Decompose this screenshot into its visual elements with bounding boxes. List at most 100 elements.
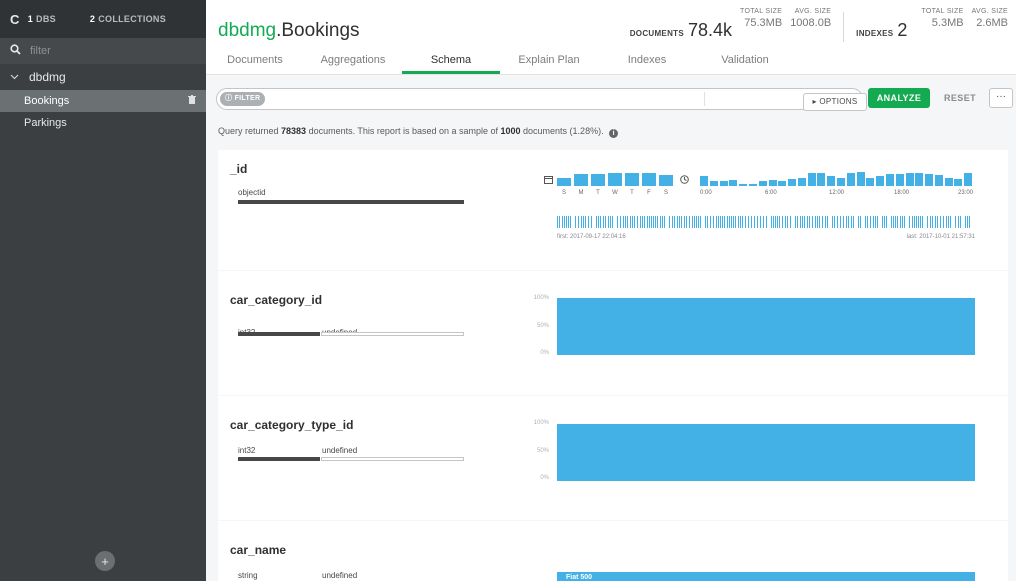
- type-probability-bar[interactable]: [238, 200, 464, 204]
- timeline-tick: [935, 216, 936, 228]
- hour-bar[interactable]: [808, 173, 816, 186]
- weekday-bar[interactable]: [608, 173, 622, 186]
- reset-button[interactable]: RESET: [936, 88, 984, 108]
- hour-bar[interactable]: [769, 180, 777, 186]
- hour-bar[interactable]: [788, 179, 796, 186]
- timeline-tick: [790, 216, 791, 228]
- timeline-tick: [819, 216, 820, 228]
- tab-documents[interactable]: Documents: [206, 52, 304, 74]
- weekday-bar[interactable]: [557, 178, 571, 186]
- add-database-button[interactable]: +: [95, 551, 115, 571]
- tab-schema[interactable]: Schema: [402, 52, 500, 74]
- timeline-tick: [777, 216, 778, 228]
- hour-label: 0:00: [700, 190, 712, 196]
- timeline-tick: [713, 216, 714, 228]
- field-name: _id: [230, 162, 248, 176]
- field-type-label: string: [238, 571, 258, 580]
- tab-validation[interactable]: Validation: [696, 52, 794, 74]
- tab-explain-plan[interactable]: Explain Plan: [500, 52, 598, 74]
- value-histogram-bar[interactable]: [557, 424, 975, 481]
- hour-bar[interactable]: [837, 178, 845, 186]
- timeline-tick: [955, 216, 956, 228]
- field-name: car_name: [230, 543, 287, 557]
- collection-stats: DOCUMENTS 78.4k TOTAL SIZE 75.3MB AVG. S…: [630, 8, 1008, 42]
- type-probability-bar[interactable]: [238, 457, 320, 461]
- title-collection: .Bookings: [276, 20, 360, 41]
- value-histogram-bar[interactable]: [557, 298, 975, 355]
- hour-bar[interactable]: [759, 181, 767, 186]
- type-probability-bar[interactable]: [238, 332, 320, 336]
- database-name: dbdmg: [29, 70, 66, 84]
- timeline-tick: [733, 216, 734, 228]
- timeline-tick: [625, 216, 626, 228]
- hour-bar[interactable]: [915, 173, 923, 186]
- hour-bar[interactable]: [964, 173, 972, 186]
- info-icon[interactable]: i: [609, 129, 619, 138]
- refresh-icon[interactable]: C: [10, 12, 20, 27]
- sidebar-database[interactable]: dbdmg: [0, 64, 206, 90]
- weekday-bar[interactable]: [574, 174, 588, 186]
- timeline-tick: [840, 216, 841, 228]
- timeline-tick: [718, 216, 719, 228]
- weekday-bar[interactable]: [625, 173, 639, 186]
- timeline-tick: [557, 216, 558, 228]
- timeline-tick: [815, 216, 816, 228]
- timeline-tick: [779, 216, 780, 228]
- hour-bar[interactable]: [749, 184, 757, 186]
- hour-bar[interactable]: [876, 176, 884, 186]
- filter-query-input[interactable]: ⓘ FILTER ▸ OPTIONS: [216, 88, 867, 111]
- hour-bar[interactable]: [739, 184, 747, 186]
- hour-bar[interactable]: [886, 174, 894, 186]
- tab-aggregations[interactable]: Aggregations: [304, 52, 402, 74]
- hour-bar[interactable]: [945, 178, 953, 186]
- analyze-button[interactable]: ANALYZE: [868, 88, 930, 108]
- hour-bar[interactable]: [778, 181, 786, 186]
- sidebar-item-parkings[interactable]: Parkings: [0, 112, 206, 134]
- hour-bar[interactable]: [700, 176, 708, 186]
- timeline-tick: [562, 216, 563, 228]
- timeline-tick: [897, 216, 898, 228]
- timeline-tick: [716, 216, 717, 228]
- hour-bar[interactable]: [954, 179, 962, 186]
- timeline-tick: [914, 216, 915, 228]
- hour-bar[interactable]: [720, 181, 728, 186]
- timeline-tick: [967, 216, 968, 228]
- tab-indexes[interactable]: Indexes: [598, 52, 696, 74]
- hour-bar[interactable]: [896, 174, 904, 186]
- timeline-tick: [848, 216, 849, 228]
- timeline-tick: [843, 216, 844, 228]
- hour-bar[interactable]: [866, 178, 874, 186]
- timeline-tick: [669, 216, 670, 228]
- type-probability-bar[interactable]: [321, 332, 464, 336]
- indexes-stat: INDEXES 2: [856, 20, 908, 40]
- filter-input[interactable]: filter: [30, 45, 51, 57]
- timeline-tick: [751, 216, 752, 228]
- sidebar-item-bookings[interactable]: Bookings: [0, 90, 206, 112]
- timeline-tick: [775, 216, 776, 228]
- type-probability-bar[interactable]: [321, 457, 464, 461]
- timeline-tick: [570, 216, 571, 228]
- hour-bar[interactable]: [798, 178, 806, 186]
- hour-bar[interactable]: [925, 174, 933, 186]
- hour-bar[interactable]: [827, 176, 835, 186]
- timeline-tick: [568, 216, 569, 228]
- timeline-tick: [657, 216, 658, 228]
- hour-bar[interactable]: [817, 173, 825, 186]
- hour-bar[interactable]: [847, 173, 855, 186]
- sidebar-filter[interactable]: filter: [0, 38, 206, 64]
- more-options-button[interactable]: ···: [989, 88, 1013, 108]
- timeline-tick: [724, 216, 725, 228]
- field-type-label: objectid: [238, 188, 266, 197]
- trash-icon[interactable]: [188, 95, 196, 107]
- hour-bar[interactable]: [857, 172, 865, 186]
- weekday-bar[interactable]: [642, 173, 656, 186]
- hour-bar[interactable]: [935, 175, 943, 186]
- timeline-tick: [802, 216, 803, 228]
- hour-bar[interactable]: [906, 173, 914, 186]
- weekday-bar[interactable]: [659, 175, 673, 186]
- hour-bar[interactable]: [729, 180, 737, 186]
- hour-bar[interactable]: [710, 181, 718, 186]
- weekday-bar[interactable]: [591, 174, 605, 186]
- options-button[interactable]: ▸ OPTIONS: [803, 93, 867, 111]
- value-histogram-bar[interactable]: Fiat 500: [557, 572, 975, 581]
